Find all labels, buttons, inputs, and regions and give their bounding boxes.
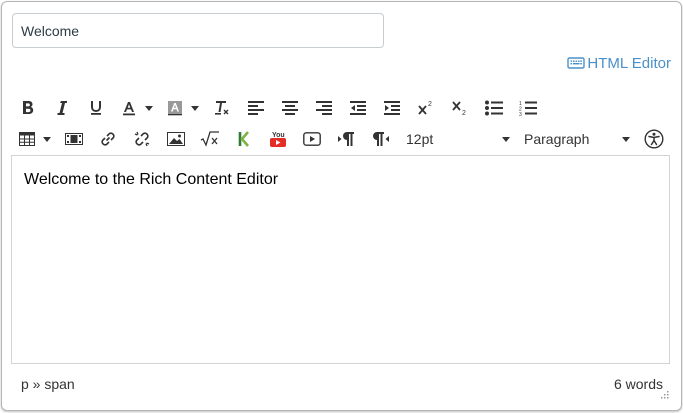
html-editor-link[interactable]: HTML Editor bbox=[567, 53, 671, 73]
italic-button[interactable] bbox=[48, 96, 76, 120]
text-color-icon bbox=[123, 102, 135, 116]
superscript-button[interactable]: 2 bbox=[412, 96, 440, 120]
underline-button[interactable] bbox=[82, 96, 110, 120]
outdent-icon bbox=[350, 101, 366, 115]
rtl-paragraph-icon bbox=[373, 132, 389, 146]
align-right-icon bbox=[316, 101, 332, 115]
image-button[interactable] bbox=[162, 127, 190, 151]
background-color-dropdown[interactable] bbox=[188, 96, 202, 120]
link-button[interactable] bbox=[94, 127, 122, 151]
align-left-button[interactable] bbox=[242, 96, 270, 120]
indent-button[interactable] bbox=[378, 96, 406, 120]
superscript-icon: 2 bbox=[418, 101, 432, 115]
block-format-value: Paragraph bbox=[524, 131, 590, 147]
equation-button[interactable] bbox=[196, 127, 224, 151]
background-color-button[interactable] bbox=[162, 96, 188, 120]
align-center-button[interactable] bbox=[276, 96, 304, 120]
toolbar-row-insert: You 12pt Paragraph bbox=[14, 127, 674, 151]
kaltura-button[interactable] bbox=[230, 127, 258, 151]
numbered-list-icon: 123 bbox=[519, 101, 537, 116]
numbered-list-button[interactable]: 123 bbox=[514, 96, 542, 120]
background-color-icon bbox=[168, 101, 182, 116]
unlink-icon bbox=[134, 131, 150, 147]
bullet-list-button[interactable] bbox=[480, 96, 508, 120]
text-color-dropdown[interactable] bbox=[142, 96, 156, 120]
svg-text:2: 2 bbox=[462, 110, 466, 116]
align-left-icon bbox=[248, 101, 264, 115]
media-record-button[interactable] bbox=[298, 127, 326, 151]
bullet-list-icon bbox=[485, 100, 503, 116]
svg-text:2: 2 bbox=[428, 101, 432, 108]
text-color-button[interactable] bbox=[116, 96, 142, 120]
youtube-button[interactable]: You bbox=[264, 127, 292, 151]
rtl-button[interactable] bbox=[366, 127, 394, 151]
resize-handle-icon[interactable] bbox=[659, 391, 669, 401]
subscript-button[interactable]: 2 bbox=[446, 96, 474, 120]
italic-icon bbox=[57, 101, 67, 115]
indent-icon bbox=[384, 101, 400, 115]
svg-text:3: 3 bbox=[519, 112, 522, 116]
ltr-button[interactable] bbox=[332, 127, 360, 151]
accessibility-icon bbox=[644, 129, 664, 149]
image-icon bbox=[167, 132, 185, 146]
keyboard-icon bbox=[567, 56, 586, 70]
element-path: p » span bbox=[21, 376, 75, 392]
font-size-value: 12pt bbox=[406, 131, 434, 147]
word-count: 6 words bbox=[613, 376, 663, 392]
font-size-select[interactable]: 12pt bbox=[400, 127, 516, 151]
table-dropdown[interactable] bbox=[40, 127, 54, 151]
link-icon bbox=[101, 132, 115, 146]
underline-icon bbox=[91, 101, 101, 115]
align-center-icon bbox=[282, 101, 298, 115]
clear-formatting-icon bbox=[215, 101, 229, 115]
play-box-icon bbox=[303, 132, 321, 146]
rich-text-editor-body[interactable]: Welcome to the Rich Content Editor bbox=[11, 155, 670, 364]
square-root-icon bbox=[200, 131, 219, 147]
unlink-button[interactable] bbox=[128, 127, 156, 151]
bold-button[interactable] bbox=[14, 96, 42, 120]
html-editor-label: HTML Editor bbox=[587, 54, 671, 72]
chevron-down-icon bbox=[502, 136, 510, 142]
outdent-button[interactable] bbox=[344, 96, 372, 120]
table-icon bbox=[19, 132, 35, 146]
subscript-icon: 2 bbox=[452, 101, 466, 116]
film-icon bbox=[65, 133, 83, 145]
title-input[interactable] bbox=[12, 13, 384, 48]
kaltura-icon bbox=[238, 131, 249, 147]
ltr-paragraph-icon bbox=[338, 132, 354, 146]
chevron-down-icon bbox=[622, 136, 630, 142]
media-button[interactable] bbox=[60, 127, 88, 151]
toolbar-row-formatting: 2 2 123 bbox=[14, 96, 548, 120]
table-button[interactable] bbox=[14, 127, 40, 151]
youtube-icon: You bbox=[270, 132, 286, 147]
bold-icon bbox=[23, 101, 34, 114]
svg-text:You: You bbox=[272, 132, 285, 139]
block-format-select[interactable]: Paragraph bbox=[518, 127, 636, 151]
editor-content: Welcome to the Rich Content Editor bbox=[24, 171, 279, 188]
clear-formatting-button[interactable] bbox=[208, 96, 236, 120]
accessibility-button[interactable] bbox=[640, 127, 668, 151]
align-right-button[interactable] bbox=[310, 96, 338, 120]
